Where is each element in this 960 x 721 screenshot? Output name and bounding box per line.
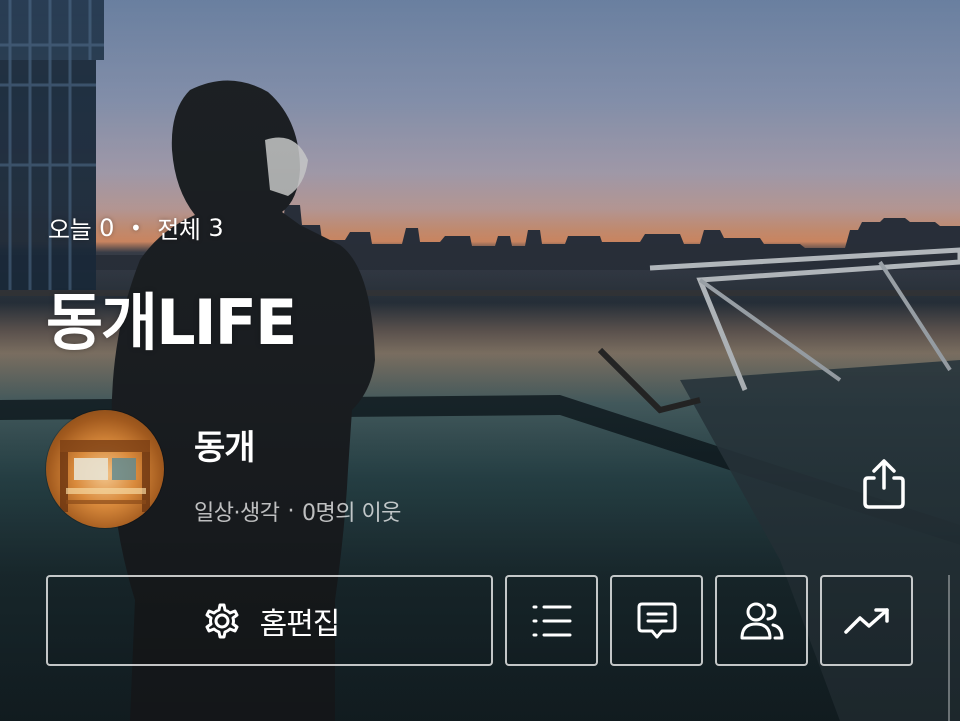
blog-title: 동개LIFE xyxy=(46,286,297,359)
neighbors-button[interactable] xyxy=(715,575,808,666)
profile-meta: 일상·생각 · 0명의 이웃 xyxy=(194,495,401,527)
edit-home-label: 홈편집 xyxy=(259,606,341,642)
edit-home-button[interactable]: 홈편집 xyxy=(46,575,493,666)
blog-category: 일상·생각 xyxy=(194,501,280,526)
meta-separator: · xyxy=(287,498,294,524)
avatar-image xyxy=(60,440,150,512)
today-label: 오늘 xyxy=(48,216,92,244)
stats-button[interactable] xyxy=(820,575,913,666)
share-button[interactable] xyxy=(856,454,912,514)
stats-icon xyxy=(843,607,889,634)
more-button-edge[interactable] xyxy=(948,575,960,721)
neighbor-icon xyxy=(740,602,783,639)
avatar[interactable] xyxy=(46,410,164,528)
comment-icon xyxy=(637,602,676,638)
post-list-button[interactable] xyxy=(505,575,598,666)
blog-nickname[interactable]: 동개 xyxy=(194,420,256,469)
comments-button[interactable] xyxy=(610,575,703,666)
total-count: 3 xyxy=(208,213,224,242)
total-label: 전체 xyxy=(157,216,201,244)
visitor-counts: 오늘 0 • 전체 3 xyxy=(48,210,224,245)
today-count: 0 xyxy=(99,213,114,242)
neighbor-count[interactable]: 0명의 이웃 xyxy=(302,495,401,527)
gear-icon xyxy=(205,603,239,638)
list-icon xyxy=(532,605,571,636)
counts-separator: • xyxy=(129,215,142,240)
share-icon xyxy=(863,459,905,509)
